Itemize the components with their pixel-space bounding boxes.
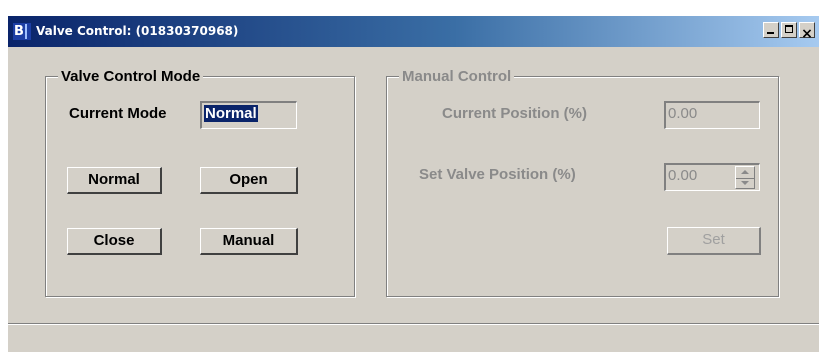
status-separator	[8, 323, 819, 325]
open-button[interactable]: Open	[200, 167, 298, 194]
valve-control-window: B Valve Control: (01830370968) × Valve C…	[8, 16, 819, 352]
normal-button[interactable]: Normal	[67, 167, 162, 194]
set-valve-position-label: Set Valve Position (%)	[419, 166, 576, 183]
manual-button[interactable]: Manual	[200, 228, 298, 255]
set-button[interactable]: Set	[667, 227, 761, 255]
maximize-button[interactable]	[781, 22, 797, 38]
title-bar[interactable]: B Valve Control: (01830370968) ×	[8, 16, 819, 47]
minimize-button[interactable]	[763, 22, 779, 38]
window-title: Valve Control: (01830370968)	[36, 24, 239, 38]
current-position-label: Current Position (%)	[442, 105, 587, 122]
manual-control-title: Manual Control	[399, 68, 515, 85]
current-mode-label: Current Mode	[69, 105, 167, 122]
spin-up-icon[interactable]	[741, 170, 749, 174]
position-spinner[interactable]	[735, 166, 755, 189]
app-logo-icon: B	[13, 23, 31, 40]
spin-down-icon[interactable]	[741, 181, 749, 185]
maximize-icon	[785, 25, 793, 33]
minimize-icon	[767, 32, 774, 34]
set-valve-position-value: 0.00	[668, 167, 698, 184]
current-mode-value: Normal	[204, 105, 258, 122]
valve-control-mode-title: Valve Control Mode	[58, 68, 204, 85]
spin-divider	[736, 178, 754, 179]
close-icon: ×	[801, 26, 813, 42]
current-position-field[interactable]: 0.00	[664, 101, 760, 129]
close-button[interactable]: Close	[67, 228, 162, 255]
close-window-button[interactable]: ×	[799, 22, 815, 41]
current-mode-field[interactable]: Normal	[200, 101, 297, 129]
